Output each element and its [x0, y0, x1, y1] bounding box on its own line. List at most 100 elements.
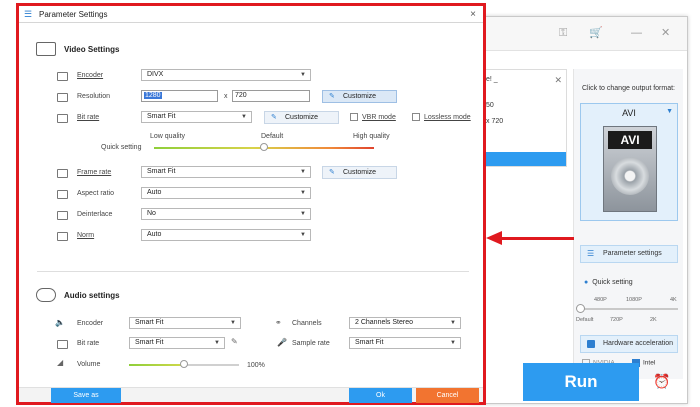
deinterlace-select[interactable]: No ▼ [141, 208, 311, 220]
norm-value: Auto [147, 231, 162, 238]
audio-settings-icon [36, 288, 56, 302]
microphone-icon: 🎤 [277, 338, 287, 347]
dialog-close-icon[interactable]: × [470, 6, 476, 23]
qs-label-1080p: 1080P [626, 297, 642, 303]
video-settings-heading: Video Settings [64, 45, 120, 54]
qs-label-default: Default [576, 317, 594, 323]
video-encoder-label[interactable]: Encoder [77, 72, 103, 79]
chevron-down-icon: ▼ [300, 169, 306, 175]
avi-format-icon: AVI [603, 126, 657, 212]
audio-encoder-select[interactable]: Smart Fit ▼ [129, 317, 241, 329]
main-window: ⚿ 🛒 — ✕ e! _ ✕ 50 x 720 Click to change … [470, 16, 688, 404]
frame-rate-select[interactable]: Smart Fit ▼ [141, 166, 311, 178]
volume-value: 100% [247, 362, 265, 369]
minimize-icon[interactable]: — [631, 26, 642, 40]
deinterlace-value: No [147, 210, 156, 217]
qs-label-480p: 480P [594, 297, 607, 303]
aspect-ratio-icon [57, 190, 68, 199]
audio-bitrate-value: Smart Fit [135, 339, 164, 346]
output-format-selector[interactable]: AVI ▼ AVI [580, 103, 678, 221]
resolution-customize-label: Customize [343, 93, 377, 100]
resolution-height-input[interactable]: 720 [232, 90, 310, 102]
chevron-down-icon: ▼ [300, 72, 306, 78]
hardware-acceleration-button[interactable]: Hardware acceleration [580, 335, 678, 353]
resolution-label: Resolution [77, 93, 111, 100]
chevron-down-icon: ▼ [450, 340, 456, 346]
quick-setting-label: Quick setting [592, 279, 633, 286]
avi-format-icon-label: AVI [608, 131, 652, 149]
channels-select[interactable]: 2 Channels Stereo ▼ [349, 317, 461, 329]
disc-icon [611, 157, 649, 195]
frame-rate-customize-button[interactable]: ✎ Customize [322, 166, 397, 179]
audio-bitrate-label: Bit rate [77, 340, 100, 347]
chevron-down-icon: ▼ [300, 232, 306, 238]
qs-label-4k: 4K [670, 297, 677, 303]
chevron-down-icon: ▼ [450, 320, 456, 326]
aspect-ratio-value: Auto [147, 189, 162, 196]
chevron-down-icon: ▼ [214, 340, 220, 346]
audio-encoder-value: Smart Fit [135, 319, 164, 326]
aspect-ratio-select[interactable]: Auto ▼ [141, 187, 311, 199]
bitrate-customize-button[interactable]: ✎ Customize [264, 111, 339, 124]
sample-rate-value: Smart Fit [355, 339, 384, 346]
close-icon[interactable]: ✕ [661, 26, 670, 40]
lossless-mode-checkbox[interactable]: Lossless mode [412, 113, 471, 121]
chevron-down-icon: ▼ [300, 211, 306, 217]
norm-select[interactable]: Auto ▼ [141, 229, 311, 241]
pencil-icon: ✎ [329, 93, 335, 100]
quality-slider-handle[interactable] [260, 143, 268, 151]
cancel-button[interactable]: Cancel [416, 388, 479, 403]
frame-rate-label[interactable]: Frame rate [77, 169, 111, 176]
annotation-arrow-line [500, 237, 574, 240]
video-settings-icon [36, 42, 56, 56]
sample-rate-select[interactable]: Smart Fit ▼ [349, 337, 461, 349]
format-dropdown-icon[interactable]: ▼ [666, 108, 673, 115]
channels-value: 2 Channels Stereo [355, 319, 413, 326]
chevron-down-icon: ▼ [241, 114, 247, 120]
alarm-clock-icon[interactable]: ⏰ [653, 373, 670, 390]
video-bitrate-label[interactable]: Bit rate [77, 114, 99, 121]
vbr-mode-checkbox[interactable]: VBR mode [350, 113, 396, 121]
deinterlace-label: Deinterlace [77, 211, 113, 218]
lossless-checkbox-box[interactable] [412, 113, 420, 121]
video-encoder-select[interactable]: DIVX ▼ [141, 69, 311, 81]
chevron-down-icon: ▼ [300, 190, 306, 196]
resolution-x-separator: x [224, 93, 228, 100]
resolution-width-value: 1280 [144, 92, 162, 99]
quality-low-label: Low quality [150, 133, 186, 140]
chip-icon [587, 340, 595, 348]
sliders-icon: ☰ [587, 249, 595, 258]
output-panel: Click to change output format: AVI ▼ AVI… [573, 69, 683, 379]
volume-icon: ◢ [57, 358, 64, 367]
norm-label[interactable]: Norm [77, 232, 94, 239]
parameter-settings-button[interactable]: ☰ Parameter settings [580, 245, 678, 263]
pencil-icon[interactable]: ✎ [231, 337, 238, 346]
volume-slider-handle[interactable] [180, 360, 188, 368]
resolution-customize-button[interactable]: ✎ Customize [322, 90, 397, 103]
remove-file-icon[interactable]: ✕ [554, 75, 562, 86]
sample-rate-label: Sample rate [292, 340, 330, 347]
output-format-name: AVI [622, 108, 636, 118]
run-button[interactable]: Run [523, 363, 639, 401]
intel-label: Intel [643, 359, 656, 367]
quick-setting-handle[interactable] [576, 304, 585, 313]
quick-setting-title: ● Quick setting [584, 279, 633, 286]
ok-button[interactable]: Ok [349, 388, 412, 403]
file-resolution-fragment: x 720 [486, 118, 504, 125]
vbr-checkbox-box[interactable] [350, 113, 358, 121]
file-item[interactable]: e! _ ✕ 50 x 720 [479, 69, 567, 167]
dialog-footer: Save as Ok Cancel [19, 387, 483, 403]
vbr-mode-label: VBR mode [362, 113, 396, 121]
encoder-icon [57, 72, 68, 81]
cart-icon[interactable]: 🛒 [589, 26, 603, 40]
section-divider [37, 271, 469, 272]
volume-label: Volume [77, 361, 101, 368]
resolution-width-input[interactable]: 1280 [141, 90, 218, 102]
key-icon[interactable]: ⚿ [559, 26, 567, 40]
audio-bitrate-select[interactable]: Smart Fit ▼ [129, 337, 225, 349]
file-name-fragment: e! _ [486, 76, 498, 83]
video-bitrate-select[interactable]: Smart Fit ▼ [141, 111, 252, 123]
qs-label-720p: 720P [610, 317, 623, 323]
save-as-button[interactable]: Save as [51, 388, 121, 403]
quick-setting-slider[interactable] [580, 308, 678, 310]
